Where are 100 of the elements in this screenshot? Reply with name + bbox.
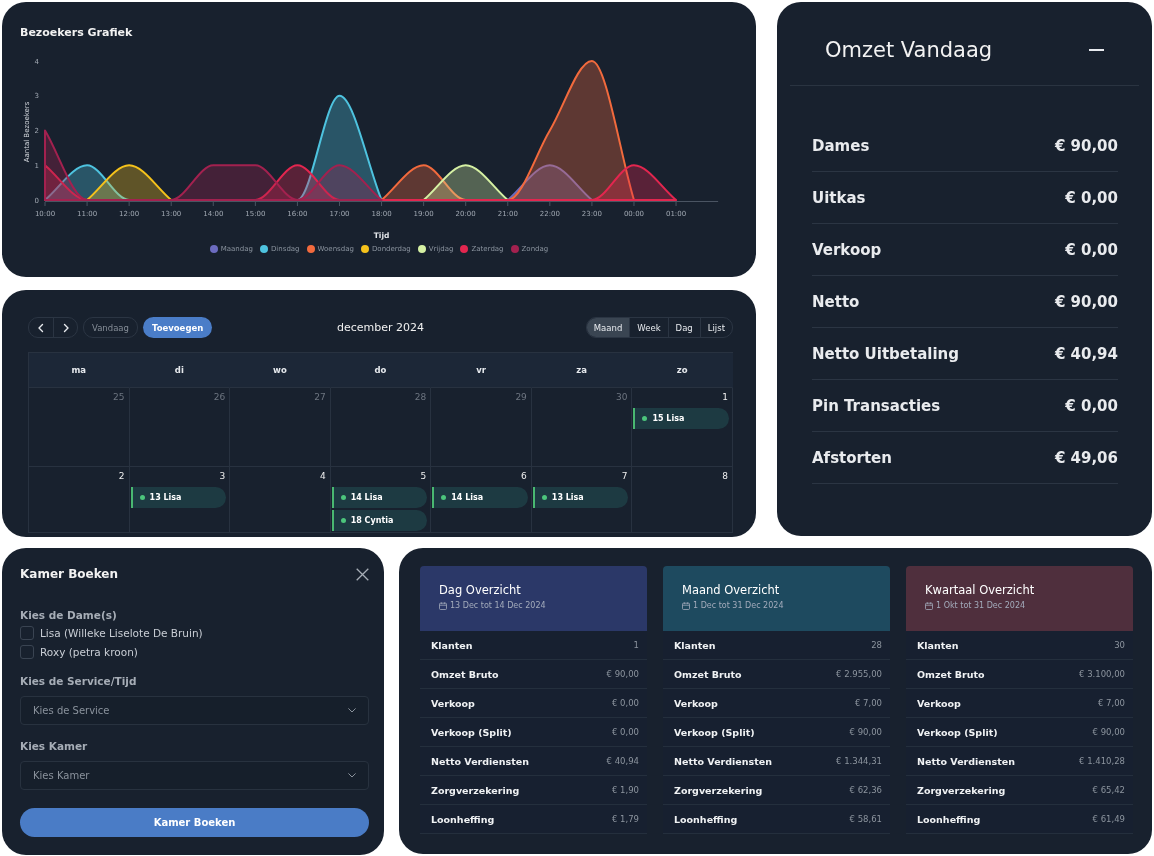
- calendar-event[interactable]: 15 Lisa: [633, 408, 729, 429]
- overview-value: € 40,94: [606, 756, 639, 766]
- add-button[interactable]: Toevoegen: [142, 317, 213, 338]
- event-dot-icon: [642, 416, 648, 421]
- close-icon: [356, 567, 369, 581]
- revenue-label: Uitkas: [812, 188, 866, 207]
- overview-value: € 1,90: [611, 785, 639, 795]
- overview-label: Verkoop (Split): [917, 726, 998, 738]
- day-number: 4: [319, 470, 327, 482]
- checkbox-label: Roxy (petra kroon): [40, 646, 138, 658]
- overview-label: Omzet Bruto: [917, 668, 985, 680]
- checkbox[interactable]: [20, 645, 34, 659]
- event-dot-icon: [340, 518, 346, 523]
- overview-period: 1 Okt tot 31 Dec 2024: [936, 601, 1026, 610]
- calendar-event[interactable]: 14 Lisa: [331, 487, 428, 508]
- overview-label: Verkoop (Split): [431, 726, 512, 738]
- close-button[interactable]: [356, 567, 369, 581]
- overview-value: € 0,00: [611, 698, 639, 708]
- revenue-label: Netto Uitbetaling: [812, 344, 959, 363]
- day-number: 28: [414, 391, 428, 403]
- overview-value: € 65,42: [1092, 785, 1125, 795]
- overview-label: Netto Verdiensten: [431, 755, 529, 767]
- revenue-value: € 0,00: [1065, 188, 1118, 207]
- overview-label: Loonheffing: [917, 813, 981, 825]
- calendar-event[interactable]: 13 Lisa: [130, 487, 227, 508]
- service-select[interactable]: Kies de Service: [20, 696, 369, 725]
- day-number: 3: [219, 470, 227, 482]
- day-number: 25: [113, 391, 126, 403]
- revenue-label: Verkoop: [812, 240, 882, 259]
- calendar-icon: [439, 601, 447, 610]
- overview-value: € 62,36: [849, 785, 882, 795]
- overview-value: 1: [633, 640, 639, 650]
- field-label: Kies Kamer: [20, 740, 88, 752]
- minus-icon: [1089, 49, 1104, 51]
- weekday-label: ma: [71, 365, 87, 375]
- overview-value: € 7,00: [854, 698, 882, 708]
- overview-label: Verkoop: [917, 697, 961, 709]
- chevron-down-icon: [348, 773, 356, 778]
- checkbox-label: Lisa (Willeke Liselote De Bruin): [40, 627, 203, 639]
- revenue-label: Pin Transacties: [812, 396, 941, 415]
- overview-label: Omzet Bruto: [431, 668, 499, 680]
- submit-button[interactable]: Kamer Boeken: [20, 808, 369, 837]
- calendar-icon: [682, 601, 690, 610]
- calendar-event[interactable]: 18 Cyntia: [331, 510, 428, 531]
- field-label: Kies de Service/Tijd: [20, 675, 137, 687]
- overview-value: € 2.955,00: [836, 669, 882, 679]
- overview-value: € 90,00: [606, 669, 639, 679]
- overview-value: € 1,79: [611, 814, 639, 824]
- event-dot-icon: [340, 495, 346, 500]
- overview-label: Netto Verdiensten: [917, 755, 1015, 767]
- overview-value: € 90,00: [849, 727, 882, 737]
- overview-label: Zorgverzekering: [431, 784, 520, 796]
- room-select[interactable]: Kies Kamer: [20, 761, 369, 790]
- overview-title: Maand Overzicht: [682, 583, 780, 598]
- revenue-title: Omzet Vandaag: [825, 37, 993, 64]
- view-tab[interactable]: Dag: [667, 318, 700, 337]
- day-number: 30: [615, 391, 629, 403]
- overview-value: € 7,00: [1097, 698, 1125, 708]
- overview-period: 13 Dec tot 14 Dec 2024: [450, 601, 546, 610]
- field-label: Kies de Dame(s): [20, 609, 117, 621]
- event-dot-icon: [441, 495, 447, 500]
- overview-label: Klanten: [917, 639, 959, 651]
- chevron-left-icon: [37, 322, 45, 333]
- day-number: 27: [314, 391, 327, 403]
- revenue-value: € 40,94: [1054, 344, 1118, 363]
- calendar-event[interactable]: 13 Lisa: [532, 487, 629, 508]
- overview-value: € 1.410,28: [1079, 756, 1125, 766]
- day-number: 26: [213, 391, 227, 403]
- revenue-value: € 0,00: [1065, 240, 1118, 259]
- calendar-event[interactable]: 14 Lisa: [432, 487, 528, 508]
- revenue-value: € 49,06: [1054, 448, 1118, 467]
- overview-value: € 90,00: [1092, 727, 1125, 737]
- overview-label: Loonheffing: [431, 813, 495, 825]
- day-number: 1: [722, 391, 729, 403]
- view-tab[interactable]: Lijst: [699, 318, 732, 337]
- overview-value: € 1.344,31: [836, 756, 882, 766]
- day-number: 2: [118, 470, 126, 482]
- weekday-label: do: [374, 365, 387, 375]
- day-number: 7: [621, 470, 629, 482]
- day-number: 5: [420, 470, 428, 482]
- overview-label: Klanten: [431, 639, 473, 651]
- overview-value: 28: [871, 640, 882, 650]
- view-tab[interactable]: Week: [629, 318, 668, 337]
- overview-label: Klanten: [674, 639, 716, 651]
- revenue-value: € 90,00: [1054, 292, 1118, 311]
- day-number: 8: [722, 470, 729, 482]
- overview-label: Zorgverzekering: [674, 784, 763, 796]
- revenue-value: € 0,00: [1065, 396, 1118, 415]
- overview-label: Verkoop: [674, 697, 718, 709]
- revenue-label: Afstorten: [812, 448, 892, 467]
- overview-value: € 58,61: [849, 814, 882, 824]
- view-tab[interactable]: Maand: [586, 318, 630, 337]
- calendar-icon: [925, 601, 933, 610]
- chevron-down-icon: [348, 708, 356, 713]
- chevron-right-icon: [61, 322, 70, 333]
- overview-value: 30: [1114, 640, 1125, 650]
- day-number: 6: [521, 470, 528, 482]
- overview-label: Loonheffing: [674, 813, 738, 825]
- checkbox[interactable]: [20, 626, 34, 640]
- overview-title: Kwartaal Overzicht: [925, 583, 1035, 598]
